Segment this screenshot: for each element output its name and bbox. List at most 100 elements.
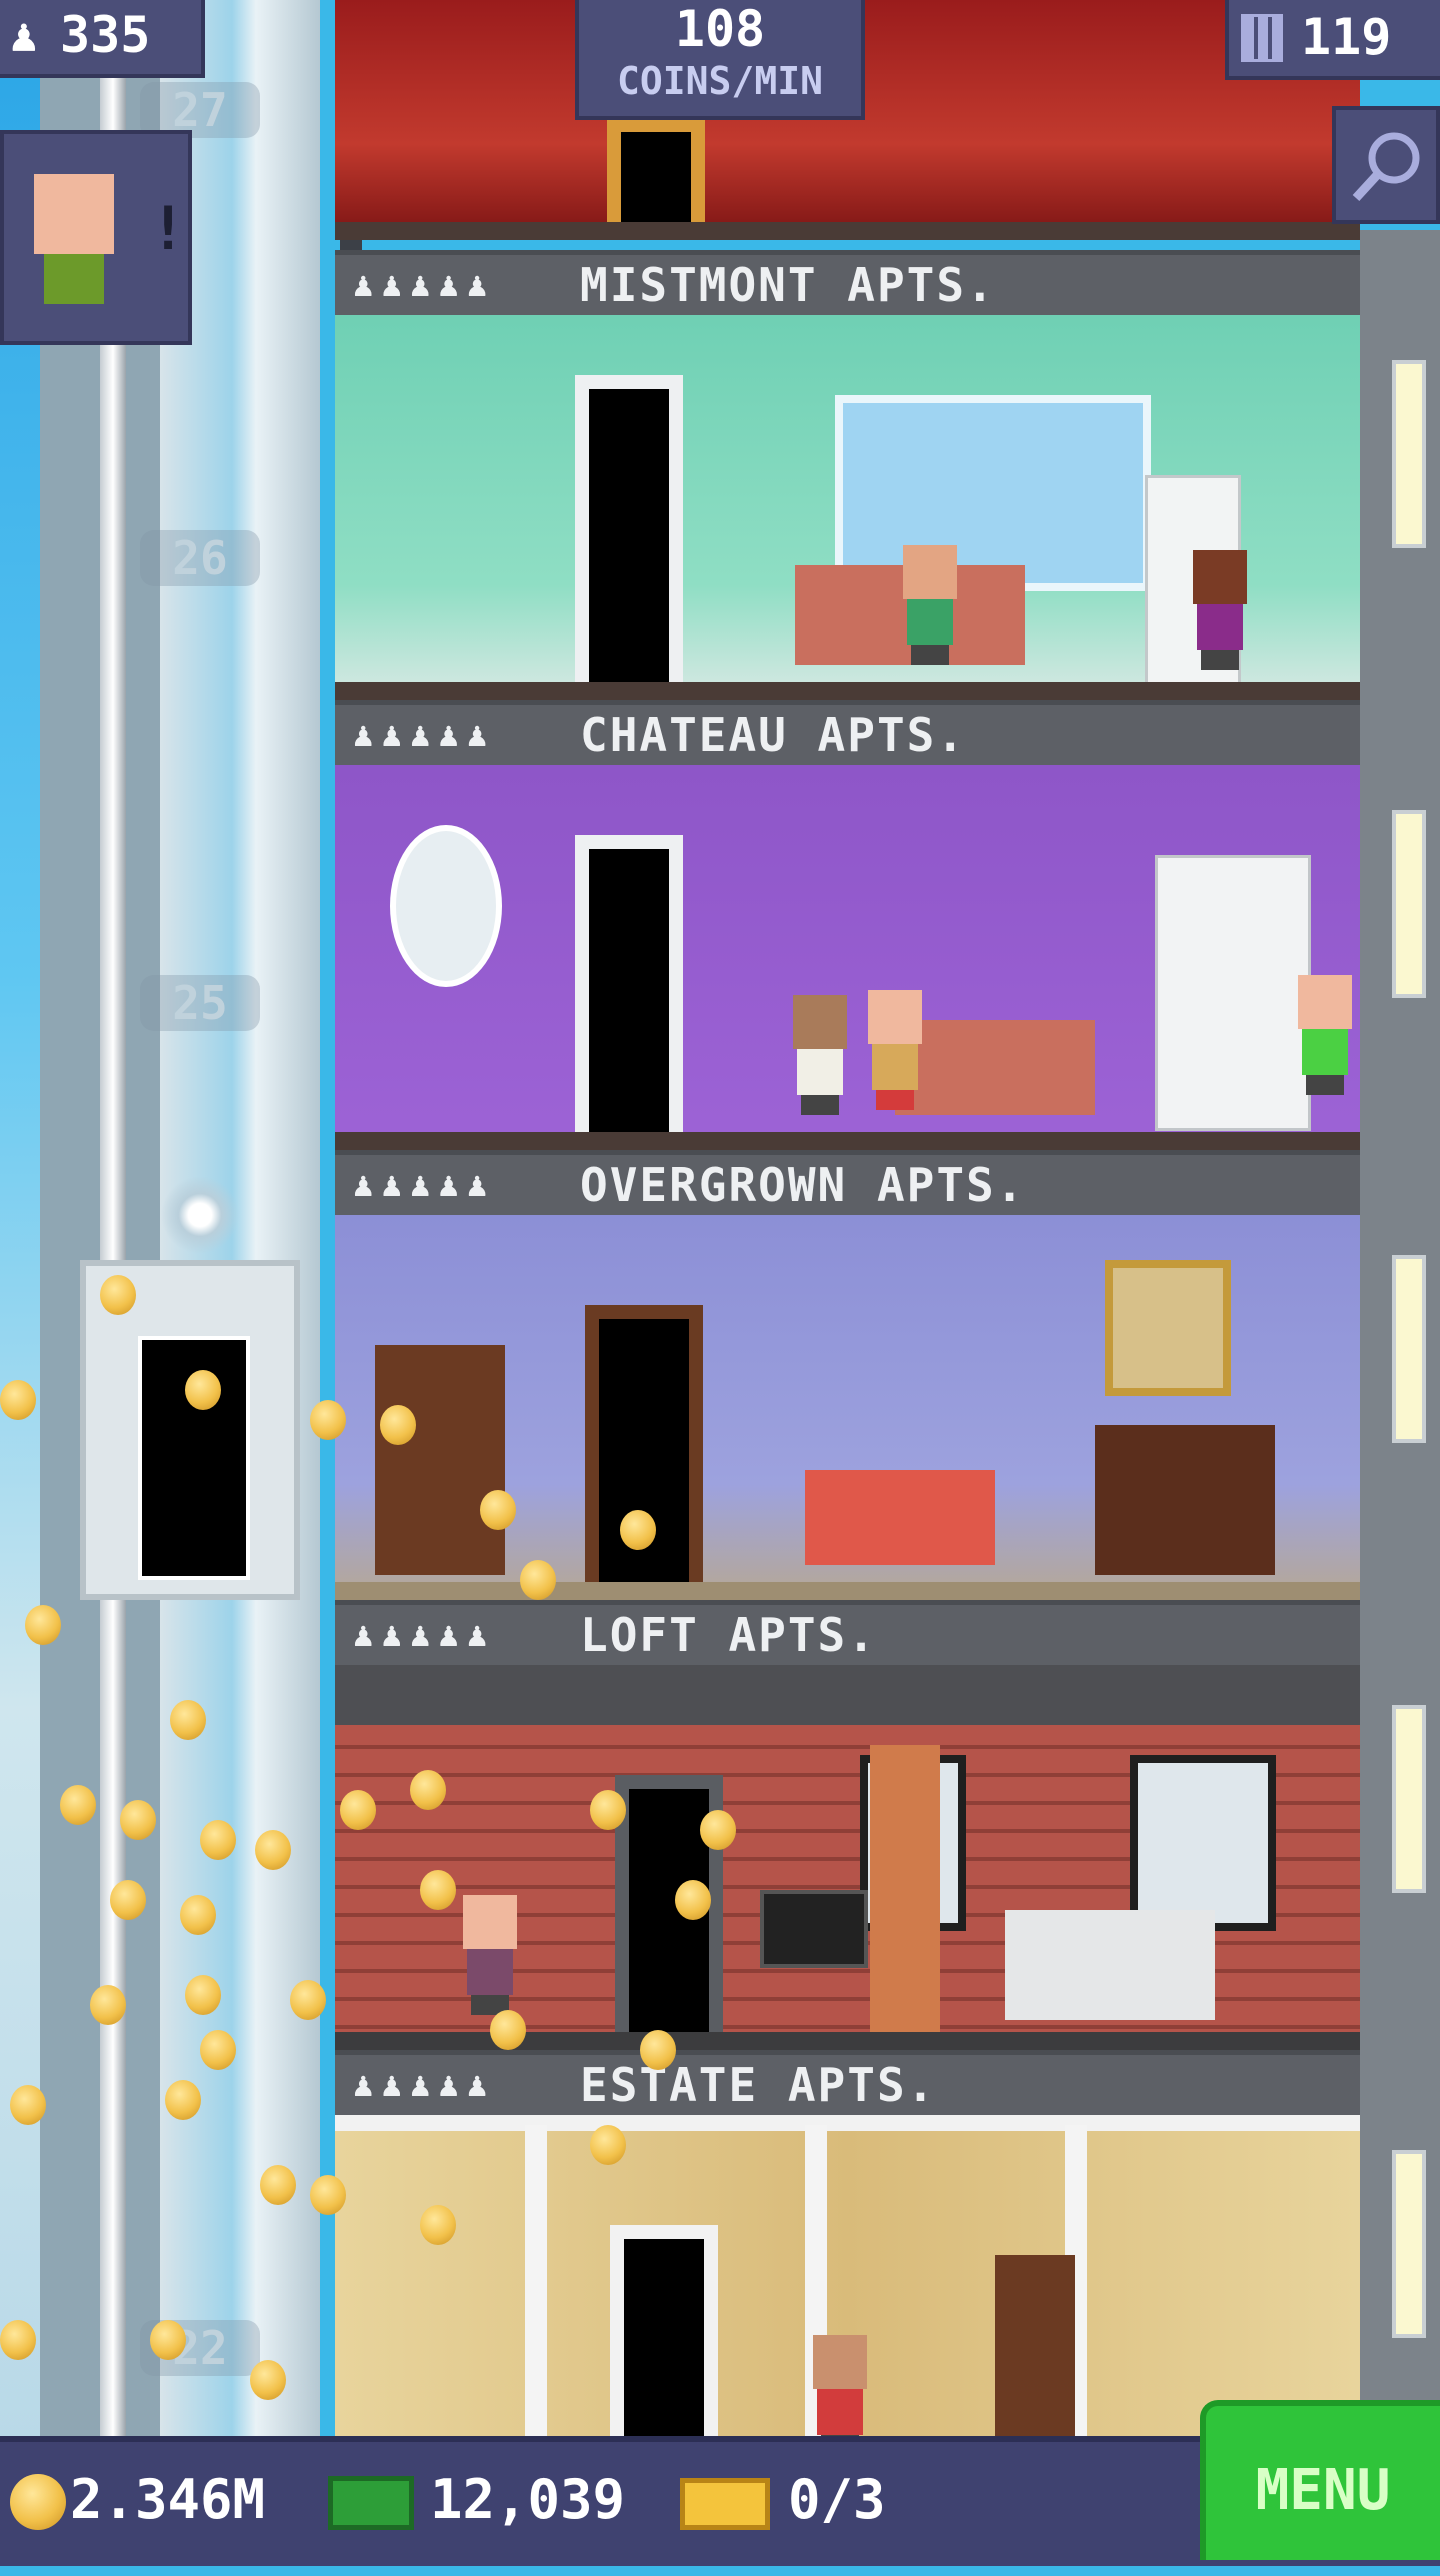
coin-pickup[interactable] (185, 1370, 221, 1410)
menu-button[interactable]: MENU (1200, 2400, 1440, 2560)
floor-boards (335, 2032, 1360, 2050)
search-button[interactable] (1332, 106, 1440, 224)
alert-icon: ! (150, 194, 187, 264)
coin-pickup[interactable] (490, 2010, 526, 2050)
floors-icon (1241, 14, 1283, 62)
coin-pickup[interactable] (10, 2085, 46, 2125)
coin-pickup[interactable] (310, 1400, 346, 1440)
resident[interactable] (895, 545, 965, 665)
coin-pickup[interactable] (520, 1560, 556, 1600)
wall-light (1392, 1705, 1426, 1893)
floor-room-loft[interactable] (335, 1665, 1360, 2050)
floor-name: OVERGROWN APTS. (580, 1158, 1026, 1212)
population-value: 335 (60, 6, 151, 64)
resident[interactable] (1185, 550, 1255, 670)
resident[interactable] (1290, 975, 1360, 1095)
coin-pickup[interactable] (290, 1980, 326, 2020)
floor-boards (335, 222, 1360, 240)
population-counter[interactable]: ♟ 335 (0, 0, 205, 78)
coin-pickup[interactable] (700, 1810, 736, 1850)
coin-pickup[interactable] (255, 1830, 291, 1870)
coin-pickup[interactable] (340, 1790, 376, 1830)
coin-pickup[interactable] (420, 2205, 456, 2245)
ticket-icon (680, 2478, 770, 2530)
coin-pickup[interactable] (420, 1870, 456, 1910)
resident-slots: ♟♟♟♟♟ (353, 1165, 496, 1205)
floor-name: MISTMONT APTS. (580, 258, 996, 312)
resident[interactable] (455, 1895, 525, 2015)
coin-pickup[interactable] (480, 1490, 516, 1530)
elevator-pulley (120, 1160, 280, 1260)
coin-pickup[interactable] (590, 2125, 626, 2165)
floor-room-estate[interactable] (335, 2115, 1360, 2440)
coin-pickup[interactable] (310, 2175, 346, 2215)
coin-pickup[interactable] (25, 1605, 61, 1645)
coin-pickup[interactable] (200, 1820, 236, 1860)
coin-icon (10, 2474, 66, 2530)
window (835, 395, 1151, 591)
wall-light (1392, 360, 1426, 548)
coin-pickup[interactable] (640, 2030, 676, 2070)
resident[interactable] (860, 990, 930, 1110)
coin-pickup[interactable] (165, 2080, 201, 2120)
fireplace (1095, 1425, 1275, 1575)
floor-banner-chateau[interactable]: ♟♟♟♟♟ CHATEAU APTS. (335, 700, 1360, 765)
window (1130, 1755, 1276, 1931)
coin-pickup[interactable] (120, 1800, 156, 1840)
floor-banner-loft[interactable]: ♟♟♟♟♟ LOFT APTS. (335, 1600, 1360, 1665)
resident-slots: ♟♟♟♟♟ (353, 265, 496, 305)
resident[interactable] (805, 2335, 875, 2440)
coin-pickup[interactable] (90, 1985, 126, 2025)
wall-light (1392, 810, 1426, 998)
resident[interactable] (785, 995, 855, 1115)
sofa (1005, 1910, 1215, 2020)
coin-pickup[interactable] (260, 2165, 296, 2205)
coins-per-minute-label: COINS/MIN (617, 59, 823, 103)
coin-pickup[interactable] (380, 1405, 416, 1445)
bux-balance: 12,039 (430, 2468, 626, 2531)
coin-pickup[interactable] (150, 2320, 186, 2360)
floor-name: CHATEAU APTS. (580, 708, 967, 762)
sofa (805, 1470, 995, 1565)
ceiling-trim (335, 2115, 1360, 2131)
floor-counter[interactable]: 119 (1225, 0, 1440, 80)
room-door (575, 375, 683, 699)
coin-pickup[interactable] (185, 1975, 221, 2015)
coins-per-minute: 108 COINS/MIN (575, 0, 865, 120)
bux-icon (328, 2476, 414, 2530)
coin-pickup[interactable] (250, 2360, 286, 2400)
floor-room-overgrown[interactable] (335, 1215, 1360, 1600)
resident-slots: ♟♟♟♟♟ (353, 2065, 496, 2105)
search-icon (1352, 132, 1420, 202)
coin-pickup[interactable] (200, 2030, 236, 2070)
bookshelf (995, 2255, 1075, 2440)
coins-per-minute-value: 108 (674, 0, 766, 58)
floor-boards (335, 1582, 1360, 1600)
painting (1105, 1260, 1231, 1396)
coin-pickup[interactable] (170, 1700, 206, 1740)
coin-pickup[interactable] (60, 1785, 96, 1825)
coin-pickup[interactable] (180, 1895, 216, 1935)
floor-number: 26 (140, 530, 260, 586)
floor-room-mistmont[interactable] (335, 315, 1360, 700)
coin-pickup[interactable] (410, 1770, 446, 1810)
visitor-avatar (34, 174, 114, 254)
floor-banner-estate[interactable]: ♟♟♟♟♟ ESTATE APTS. (335, 2050, 1360, 2115)
floor-count-value: 119 (1301, 8, 1392, 66)
coin-pickup[interactable] (590, 1790, 626, 1830)
wall-light (1392, 2150, 1426, 2338)
floor-room-chateau[interactable] (335, 765, 1360, 1150)
floor-banner-overgrown[interactable]: ♟♟♟♟♟ OVERGROWN APTS. (335, 1150, 1360, 1215)
coin-pickup[interactable] (620, 1510, 656, 1550)
coin-pickup[interactable] (110, 1880, 146, 1920)
bookshelf (375, 1345, 505, 1575)
wall-light (1392, 1255, 1426, 1443)
floor-banner-mistmont[interactable]: ♟♟♟♟♟ MISTMONT APTS. (335, 250, 1360, 315)
coin-pickup[interactable] (675, 1880, 711, 1920)
coin-pickup[interactable] (100, 1275, 136, 1315)
coin-pickup[interactable] (0, 1380, 36, 1420)
visitor-card[interactable]: ! (0, 130, 192, 345)
coin-pickup[interactable] (0, 2320, 36, 2360)
mirror (390, 825, 502, 987)
coin-balance: 2.346M (70, 2468, 266, 2531)
